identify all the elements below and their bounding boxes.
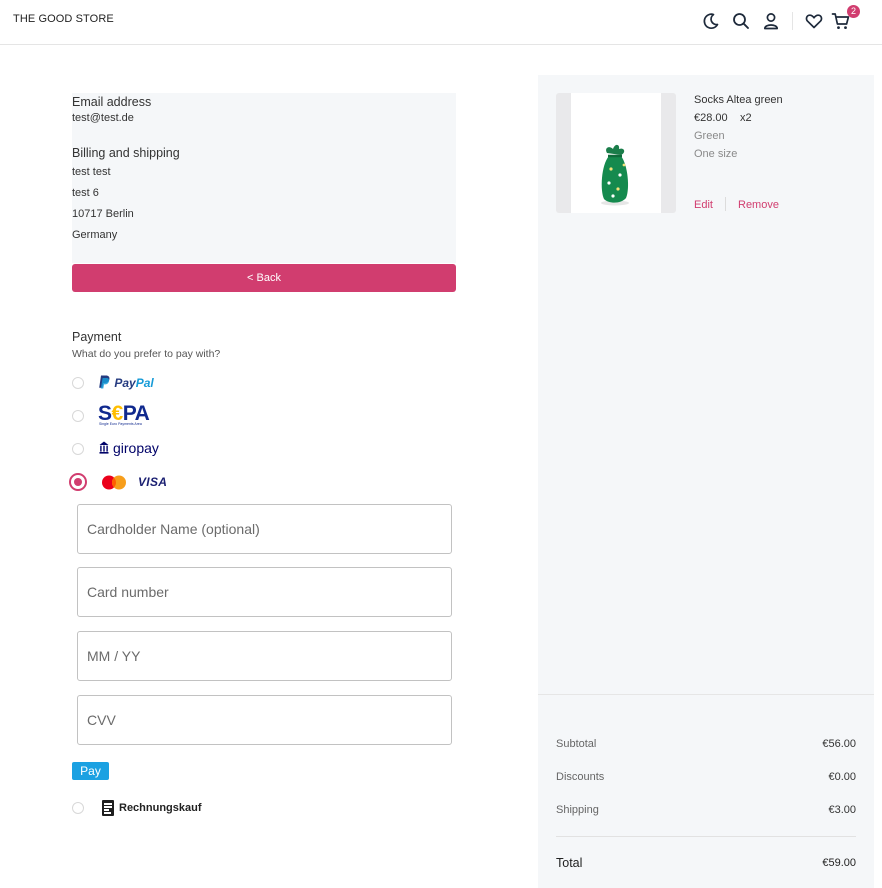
address-line: test test <box>72 166 111 178</box>
total-divider <box>556 836 856 837</box>
invoice-radio[interactable] <box>72 802 84 814</box>
card-cvv-input[interactable] <box>77 695 452 745</box>
product-image[interactable] <box>556 93 676 213</box>
socks-icon <box>601 144 629 206</box>
discounts-value: €0.00 <box>828 771 856 783</box>
store-logo[interactable]: THE GOOD STORE <box>13 13 114 25</box>
invoice-label[interactable]: Rechnungskauf <box>119 802 202 814</box>
moon-icon[interactable] <box>701 11 721 31</box>
subtotal-label: Subtotal <box>556 738 597 750</box>
card-number-input[interactable] <box>77 567 452 617</box>
address-line: 10717 Berlin <box>72 208 134 220</box>
paypal-logo[interactable]: PayPal <box>98 375 154 390</box>
address-line: test 6 <box>72 187 99 199</box>
address-line: Germany <box>72 229 118 241</box>
cart-count-badge: 2 <box>847 5 860 18</box>
heart-icon[interactable] <box>804 11 824 31</box>
totals-divider <box>538 694 874 695</box>
email-value: test@test.de <box>72 112 134 124</box>
total-value: €59.00 <box>822 857 856 869</box>
shipping-value: €3.00 <box>828 804 856 816</box>
visa-logo: VISA <box>138 475 168 489</box>
header-divider <box>792 12 793 30</box>
paypal-icon <box>99 375 110 389</box>
giropay-logo[interactable]: giropay <box>113 440 159 456</box>
shipping-label: Shipping <box>556 804 599 816</box>
discounts-label: Discounts <box>556 771 605 783</box>
product-size: One size <box>694 148 738 160</box>
edit-item-link[interactable]: Edit <box>694 199 713 211</box>
remove-item-link[interactable]: Remove <box>738 199 779 211</box>
total-label: Total <box>556 856 583 870</box>
product-price: €28.00 <box>694 112 728 124</box>
link-divider <box>725 197 726 211</box>
pay-button[interactable]: Pay <box>72 762 109 780</box>
invoice-icon <box>102 800 114 816</box>
paypal-radio[interactable] <box>72 377 84 389</box>
payment-title: Payment <box>72 330 122 344</box>
cardholder-name-input[interactable] <box>77 504 452 554</box>
sepa-radio[interactable] <box>72 410 84 422</box>
billing-shipping-label: Billing and shipping <box>72 146 180 160</box>
email-label: Email address <box>72 95 152 109</box>
card-radio[interactable] <box>69 473 87 491</box>
product-name[interactable]: Socks Altea green <box>694 94 783 106</box>
product-image-frame <box>571 93 661 213</box>
site-header: THE GOOD STORE 2 <box>0 0 882 45</box>
sepa-subtitle: Single Euro Payments Area <box>99 422 142 426</box>
back-button[interactable]: < Back <box>72 264 456 292</box>
payment-subtitle: What do you prefer to pay with? <box>72 348 221 360</box>
paypal-text-pal: Pal <box>135 376 154 390</box>
search-icon[interactable] <box>731 11 751 31</box>
card-expiry-input[interactable] <box>77 631 452 681</box>
paypal-text-pay: Pay <box>114 376 136 390</box>
subtotal-value: €56.00 <box>822 738 856 750</box>
product-color: Green <box>694 130 725 142</box>
giropay-radio[interactable] <box>72 443 84 455</box>
mastercard-icon <box>102 475 126 490</box>
user-icon[interactable] <box>761 11 781 31</box>
giropay-icon <box>99 441 109 454</box>
product-quantity: x2 <box>740 112 752 124</box>
